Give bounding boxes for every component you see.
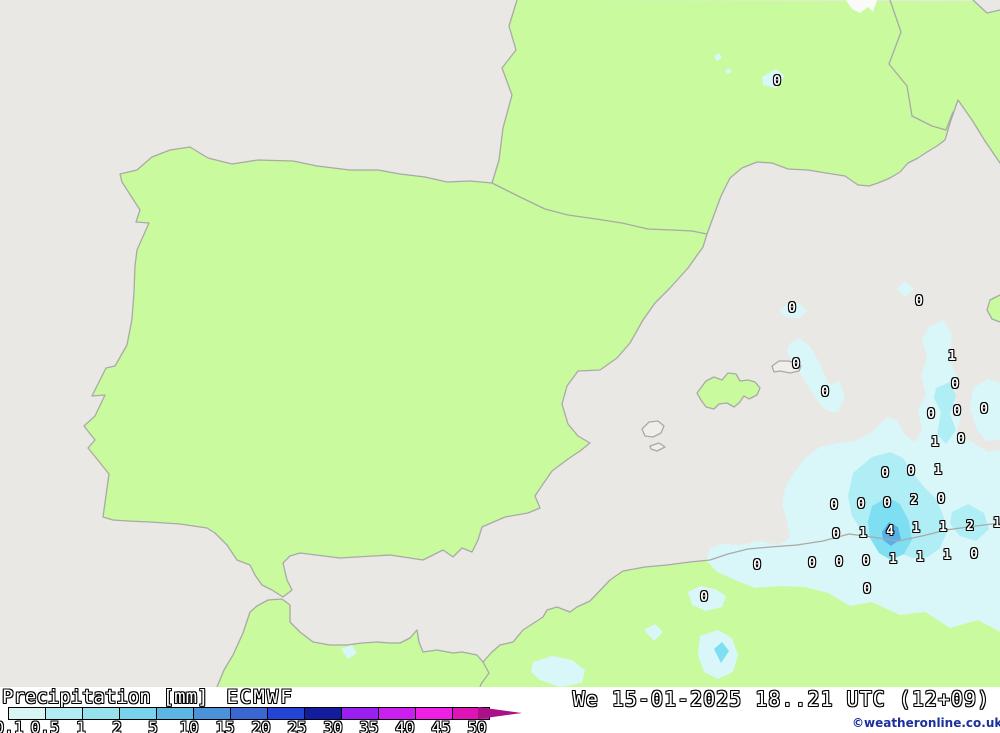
color-scale-tick-label: 0.5: [30, 718, 60, 733]
color-scale-tick-label: 1: [76, 718, 86, 733]
color-scale-tick-label: 45: [431, 718, 451, 733]
precip-value: 0: [788, 300, 796, 316]
precip-value: 0: [821, 384, 829, 400]
precip-value: 2: [966, 518, 974, 534]
color-scale-tick-label: 25: [287, 718, 307, 733]
precip-value: 1: [948, 348, 956, 364]
precip-value: 0: [773, 73, 781, 89]
precip-value: 1: [889, 551, 897, 567]
precip-value: 0: [907, 463, 915, 479]
legend-unit: [mm]: [162, 686, 209, 708]
precip-value: 0: [832, 526, 840, 542]
color-scale-tick-label: 50: [467, 718, 487, 733]
color-scale-ticks: 0.10.5125101520253035404550: [0, 718, 560, 733]
precip-value: 1: [993, 515, 1000, 531]
precip-value: 0: [980, 401, 988, 417]
precip-value: 1: [934, 462, 942, 478]
color-scale-tick-label: 40: [395, 718, 415, 733]
color-scale-tick-label: 30: [323, 718, 343, 733]
precip-value: 0: [927, 406, 935, 422]
precip-value: 0: [915, 293, 923, 309]
precip-value: 0: [951, 376, 959, 392]
color-scale-tick-label: 2: [112, 718, 122, 733]
precip-value: 0: [881, 465, 889, 481]
legend-strip: Precipitation [mm] ECMWF We 15-01-2025 1…: [0, 686, 1000, 733]
precip-value: 1: [943, 547, 951, 563]
color-scale-tick-label: 35: [359, 718, 379, 733]
color-scale-tick-label: 20: [251, 718, 271, 733]
precip-value: 1: [939, 519, 947, 535]
color-scale-tick-label: 10: [179, 718, 199, 733]
legend-model: ECMWF: [226, 686, 294, 708]
copyright-text[interactable]: ©weatheronline.co.uk: [852, 716, 1000, 730]
precip-value: 0: [953, 403, 961, 419]
precip-value: 0: [857, 496, 865, 512]
precip-value: 1: [859, 525, 867, 541]
precip-value: 0: [863, 581, 871, 597]
precip-value: 0: [862, 553, 870, 569]
precip-value: 0: [808, 555, 816, 571]
precip-value: 2: [910, 492, 918, 508]
color-scale-tick-label: 0.1: [0, 718, 24, 733]
color-scale-tick-label: 15: [215, 718, 235, 733]
precip-value: 0: [753, 557, 761, 573]
precip-value: 0: [830, 497, 838, 513]
precip-value: 0: [957, 431, 965, 447]
weather-map-page: 0001000000011000200012114100111000000 Pr…: [0, 0, 1000, 733]
precip-value: 1: [916, 549, 924, 565]
precip-value: 0: [970, 546, 978, 562]
precip-values-layer: 0001000000011000200012114100111000000: [0, 0, 1000, 687]
legend-title-text: Precipitation: [2, 686, 151, 708]
precip-value: 1: [931, 434, 939, 450]
precip-value: 0: [700, 589, 708, 605]
precip-value: 1: [912, 520, 920, 536]
precip-value: 0: [883, 495, 891, 511]
map-datetime: We 15-01-2025 18..21 UTC (12+09): [572, 687, 990, 711]
legend-title: Precipitation [mm] ECMWF: [2, 686, 294, 708]
precip-value: 4: [886, 523, 894, 539]
color-scale-tick-label: 5: [148, 718, 158, 733]
precip-value: 0: [792, 356, 800, 372]
precip-value: 0: [937, 491, 945, 507]
precip-value: 0: [835, 554, 843, 570]
